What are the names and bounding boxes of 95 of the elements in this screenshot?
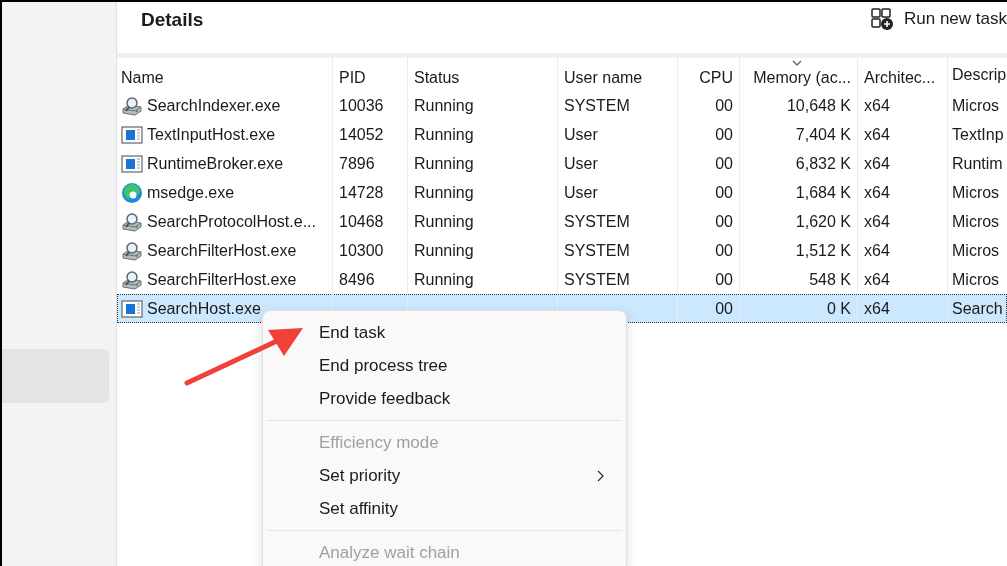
table-cell: 0 K <box>827 299 851 318</box>
table-cell: 00 <box>715 241 733 260</box>
column-header[interactable]: CPU <box>678 58 740 91</box>
table-cell: 00 <box>715 183 733 202</box>
table-cell: x64 <box>864 125 890 144</box>
table-cell: 00 <box>715 125 733 144</box>
magnifier-drive-icon <box>121 95 143 116</box>
menu-item[interactable]: Set priority <box>267 459 622 492</box>
magnifier-drive-icon <box>121 269 143 290</box>
table-cell: 14052 <box>339 125 384 144</box>
table-cell: User <box>564 125 598 144</box>
app-window-icon <box>121 298 143 319</box>
table-cell: SYSTEM <box>564 241 630 260</box>
table-cell: 00 <box>715 154 733 173</box>
table-cell: SYSTEM <box>564 212 630 231</box>
table-cell: 10300 <box>339 241 384 260</box>
table-cell: x64 <box>864 183 890 202</box>
process-name: RuntimeBroker.exe <box>147 154 284 173</box>
table-cell: 10468 <box>339 212 384 231</box>
table-cell: 1,620 K <box>795 212 851 231</box>
table-row[interactable]: RuntimeBroker.exe 7896 Running User 00 6,832 K x64 Runtim <box>117 149 1007 178</box>
sidebar-item[interactable] <box>2 349 109 403</box>
table-cell: 8496 <box>339 270 375 289</box>
column-header[interactable]: Memory (ac... <box>740 58 858 91</box>
table-cell: Running <box>414 241 474 260</box>
table-cell: 00 <box>715 96 733 115</box>
table-row[interactable]: SearchFilterHost.exe 10300 Running SYSTEM 00 1,512 K x64 Micros <box>117 236 1007 265</box>
table-cell: 00 <box>715 270 733 289</box>
table-row[interactable]: SearchProtocolHost.e... 10468 Running SYSTEM 00 1,620 K x64 Micros <box>117 207 1007 236</box>
table-cell: Running <box>414 154 474 173</box>
table-cell: TextInp <box>952 125 1004 144</box>
app-window-icon <box>121 124 143 145</box>
run-new-task-button[interactable]: Run new task <box>870 6 1007 31</box>
browser-swirl-icon <box>121 181 143 204</box>
table-cell: 00 <box>715 212 733 231</box>
magnifier-drive-icon <box>121 240 143 261</box>
table-cell: 14728 <box>339 183 384 202</box>
column-header[interactable]: User name <box>558 58 678 91</box>
process-name: SearchFilterHost.exe <box>147 241 297 260</box>
magnifier-drive-icon <box>121 211 143 232</box>
table-cell: Running <box>414 183 474 202</box>
menu-item[interactable]: Set affinity <box>267 492 622 525</box>
table-row[interactable]: TextInputHost.exe 14052 Running User 00 7,404 K x64 TextInp <box>117 120 1007 149</box>
table-cell: User <box>564 183 598 202</box>
table-cell: x64 <box>864 299 890 318</box>
table-cell: Micros <box>952 241 1000 260</box>
table-cell: 10,648 K <box>786 96 851 115</box>
table-cell: 00 <box>715 299 733 318</box>
chevron-right-icon <box>597 469 604 482</box>
menu-item: Analyze wait chain <box>318 541 461 564</box>
table-cell: User <box>564 154 598 173</box>
table-cell: Micros <box>952 270 1000 289</box>
menu-item: Efficiency mode <box>318 431 440 454</box>
table-cell: 10036 <box>339 96 384 115</box>
table-cell: x64 <box>864 96 890 115</box>
table-cell: 6,832 K <box>795 154 851 173</box>
table-row[interactable]: msedge.exe 14728 Running User 00 1,684 K x64 Micros <box>117 178 1007 207</box>
table-cell: x64 <box>864 241 890 260</box>
table-cell: 7896 <box>339 154 375 173</box>
table-cell: 1,684 K <box>795 183 851 202</box>
new-task-icon <box>870 6 894 31</box>
table-row[interactable]: SearchIndexer.exe 10036 Running SYSTEM 00 10,648 K x64 Micros <box>117 91 1007 120</box>
column-header[interactable]: Descrip <box>948 58 1007 91</box>
table-cell: x64 <box>864 212 890 231</box>
column-header[interactable]: Name <box>117 58 333 91</box>
process-name: SearchHost.exe <box>147 299 261 318</box>
table-cell: Search <box>952 299 1003 318</box>
column-header[interactable]: Status <box>408 58 558 91</box>
process-name: msedge.exe <box>147 183 235 202</box>
table-cell: SYSTEM <box>564 270 630 289</box>
table-cell: 7,404 K <box>795 125 851 144</box>
table-cell: Running <box>414 125 474 144</box>
menu-item[interactable]: Provide feedback <box>267 382 622 415</box>
process-name: SearchFilterHost.exe <box>147 270 297 289</box>
table-cell: x64 <box>864 154 890 173</box>
table-cell: 548 K <box>809 270 851 289</box>
table-cell: Running <box>414 270 474 289</box>
table-cell: 1,512 K <box>795 241 851 260</box>
table-cell: Running <box>414 212 474 231</box>
app-window-icon <box>121 153 143 174</box>
column-header[interactable]: PID <box>333 58 408 91</box>
process-name: SearchProtocolHost.e... <box>147 212 316 231</box>
table-cell: Micros <box>952 183 1000 202</box>
table-cell: Micros <box>952 212 1000 231</box>
table-cell: Runtim <box>952 154 1003 173</box>
table-cell: SYSTEM <box>564 96 630 115</box>
table-cell: x64 <box>864 270 890 289</box>
column-header[interactable]: Architec... <box>858 58 948 91</box>
menu-item[interactable]: End process tree <box>267 349 622 382</box>
process-name: SearchIndexer.exe <box>147 96 281 115</box>
page-title: Details <box>141 8 204 31</box>
table-cell: Running <box>414 96 474 115</box>
table-cell: Micros <box>952 96 1000 115</box>
sort-chevron-icon <box>792 60 802 66</box>
process-name: TextInputHost.exe <box>147 125 276 144</box>
